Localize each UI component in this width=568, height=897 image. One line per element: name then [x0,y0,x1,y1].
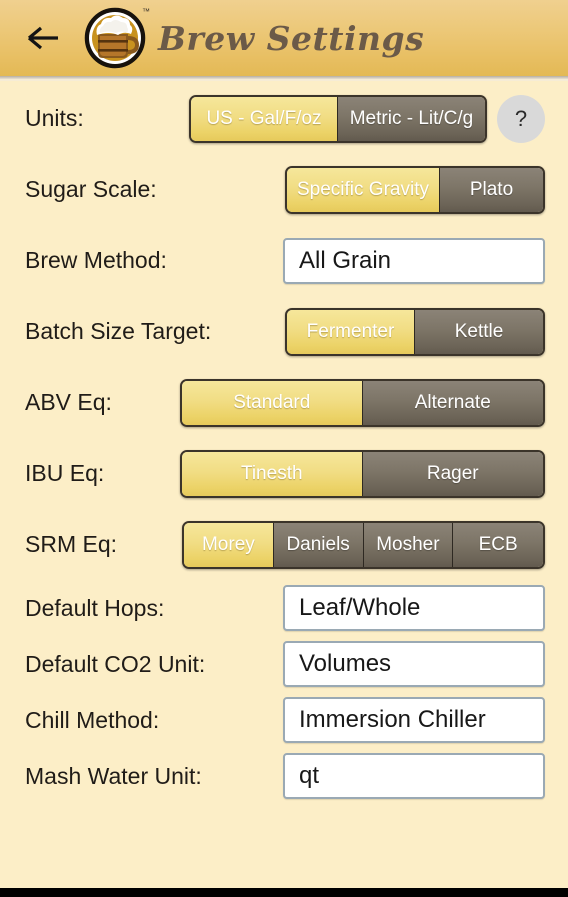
batch-size-option-kettle[interactable]: Kettle [415,309,543,354]
units-help-button[interactable]: ? [497,94,545,143]
sugar-scale-control: Specific Gravity Plato [285,165,545,214]
ibu-eq-segmented-control[interactable]: Tinesth Rager [180,449,545,498]
setting-row-abv-eq: ABV Eq: Standard Alternate [0,367,568,438]
brew-method-label: Brew Method: [25,247,167,273]
trademark-mark: ™ [142,7,150,16]
sugar-scale-segmented-control[interactable]: Specific Gravity Plato [285,165,545,214]
srm-eq-segmented-control[interactable]: Morey Daniels Mosher ECB [182,520,545,569]
ibu-eq-option-tinesth[interactable]: Tinesth [182,451,363,496]
settings-list: Units: US - Gal/F/oz Metric - Lit/C/g ? … [0,81,568,804]
srm-eq-option-morey[interactable]: Morey [184,522,274,567]
default-hops-label: Default Hops: [25,594,165,621]
sugar-scale-option-specific-gravity[interactable]: Specific Gravity [287,167,440,212]
abv-eq-segmented-control[interactable]: Standard Alternate [180,378,545,427]
abv-eq-option-standard[interactable]: Standard [182,380,363,425]
batch-size-target-segmented-control[interactable]: Fermenter Kettle [285,307,545,356]
sugar-scale-option-plato[interactable]: Plato [439,167,543,212]
setting-row-ibu-eq: IBU Eq: Tinesth Rager [0,438,568,509]
chill-method-label: Chill Method: [25,706,160,733]
ibu-eq-option-rager[interactable]: Rager [362,451,543,496]
batch-size-option-fermenter[interactable]: Fermenter [287,309,415,354]
default-hops-dropdown[interactable]: Leaf/Whole [283,585,545,631]
page-title: Brew Settings [158,18,425,58]
brew-method-dropdown[interactable]: All Grain [283,237,545,284]
units-segmented-control[interactable]: US - Gal/F/oz Metric - Lit/C/g [189,94,487,143]
units-option-metric[interactable]: Metric - Lit/C/g [338,96,485,141]
default-co2-unit-control: Volumes [283,641,545,687]
batch-size-target-label: Batch Size Target: [25,318,212,344]
default-co2-unit-dropdown[interactable]: Volumes [283,641,545,687]
sugar-scale-label: Sugar Scale: [25,176,157,202]
mash-water-unit-control: qt [283,753,545,799]
batch-size-target-control: Fermenter Kettle [285,307,545,356]
setting-row-batch-size-target: Batch Size Target: Fermenter Kettle [0,296,568,367]
setting-row-default-hops: Default Hops: Leaf/Whole [0,580,568,636]
ibu-eq-control: Tinesth Rager [180,449,545,498]
system-navigation-bar [0,888,568,897]
back-arrow-icon[interactable] [24,18,64,58]
abv-eq-label: ABV Eq: [25,389,112,415]
chill-method-dropdown[interactable]: Immersion Chiller [283,697,545,743]
setting-row-units: Units: US - Gal/F/oz Metric - Lit/C/g ? [0,83,568,154]
setting-row-default-co2-unit: Default CO2 Unit: Volumes [0,636,568,692]
srm-eq-option-mosher[interactable]: Mosher [363,522,454,567]
brew-settings-screen: ™ Brew Settings Units: US - Gal/F/oz Met… [0,0,568,897]
units-option-us[interactable]: US - Gal/F/oz [191,96,338,141]
default-hops-control: Leaf/Whole [283,585,545,631]
srm-eq-label: SRM Eq: [25,531,118,557]
units-control: US - Gal/F/oz Metric - Lit/C/g ? [189,94,545,143]
app-header: ™ Brew Settings [0,0,568,76]
setting-row-mash-water-unit: Mash Water Unit: qt [0,748,568,804]
beer-mug-logo-icon: ™ [84,7,150,69]
mash-water-unit-dropdown[interactable]: qt [283,753,545,799]
units-label: Units: [25,105,84,131]
srm-eq-option-ecb[interactable]: ECB [453,522,543,567]
setting-row-sugar-scale: Sugar Scale: Specific Gravity Plato [0,154,568,225]
abv-eq-control: Standard Alternate [180,378,545,427]
default-co2-unit-label: Default CO2 Unit: [25,650,206,677]
mash-water-unit-label: Mash Water Unit: [25,762,202,789]
setting-row-srm-eq: SRM Eq: Morey Daniels Mosher ECB [0,509,568,580]
ibu-eq-label: IBU Eq: [25,460,105,486]
brew-method-control: All Grain [283,237,545,284]
srm-eq-option-daniels[interactable]: Daniels [273,522,364,567]
chill-method-control: Immersion Chiller [283,697,545,743]
srm-eq-control: Morey Daniels Mosher ECB [182,520,545,569]
abv-eq-option-alternate[interactable]: Alternate [362,380,543,425]
setting-row-brew-method: Brew Method: All Grain [0,225,568,296]
setting-row-chill-method: Chill Method: Immersion Chiller [0,692,568,748]
